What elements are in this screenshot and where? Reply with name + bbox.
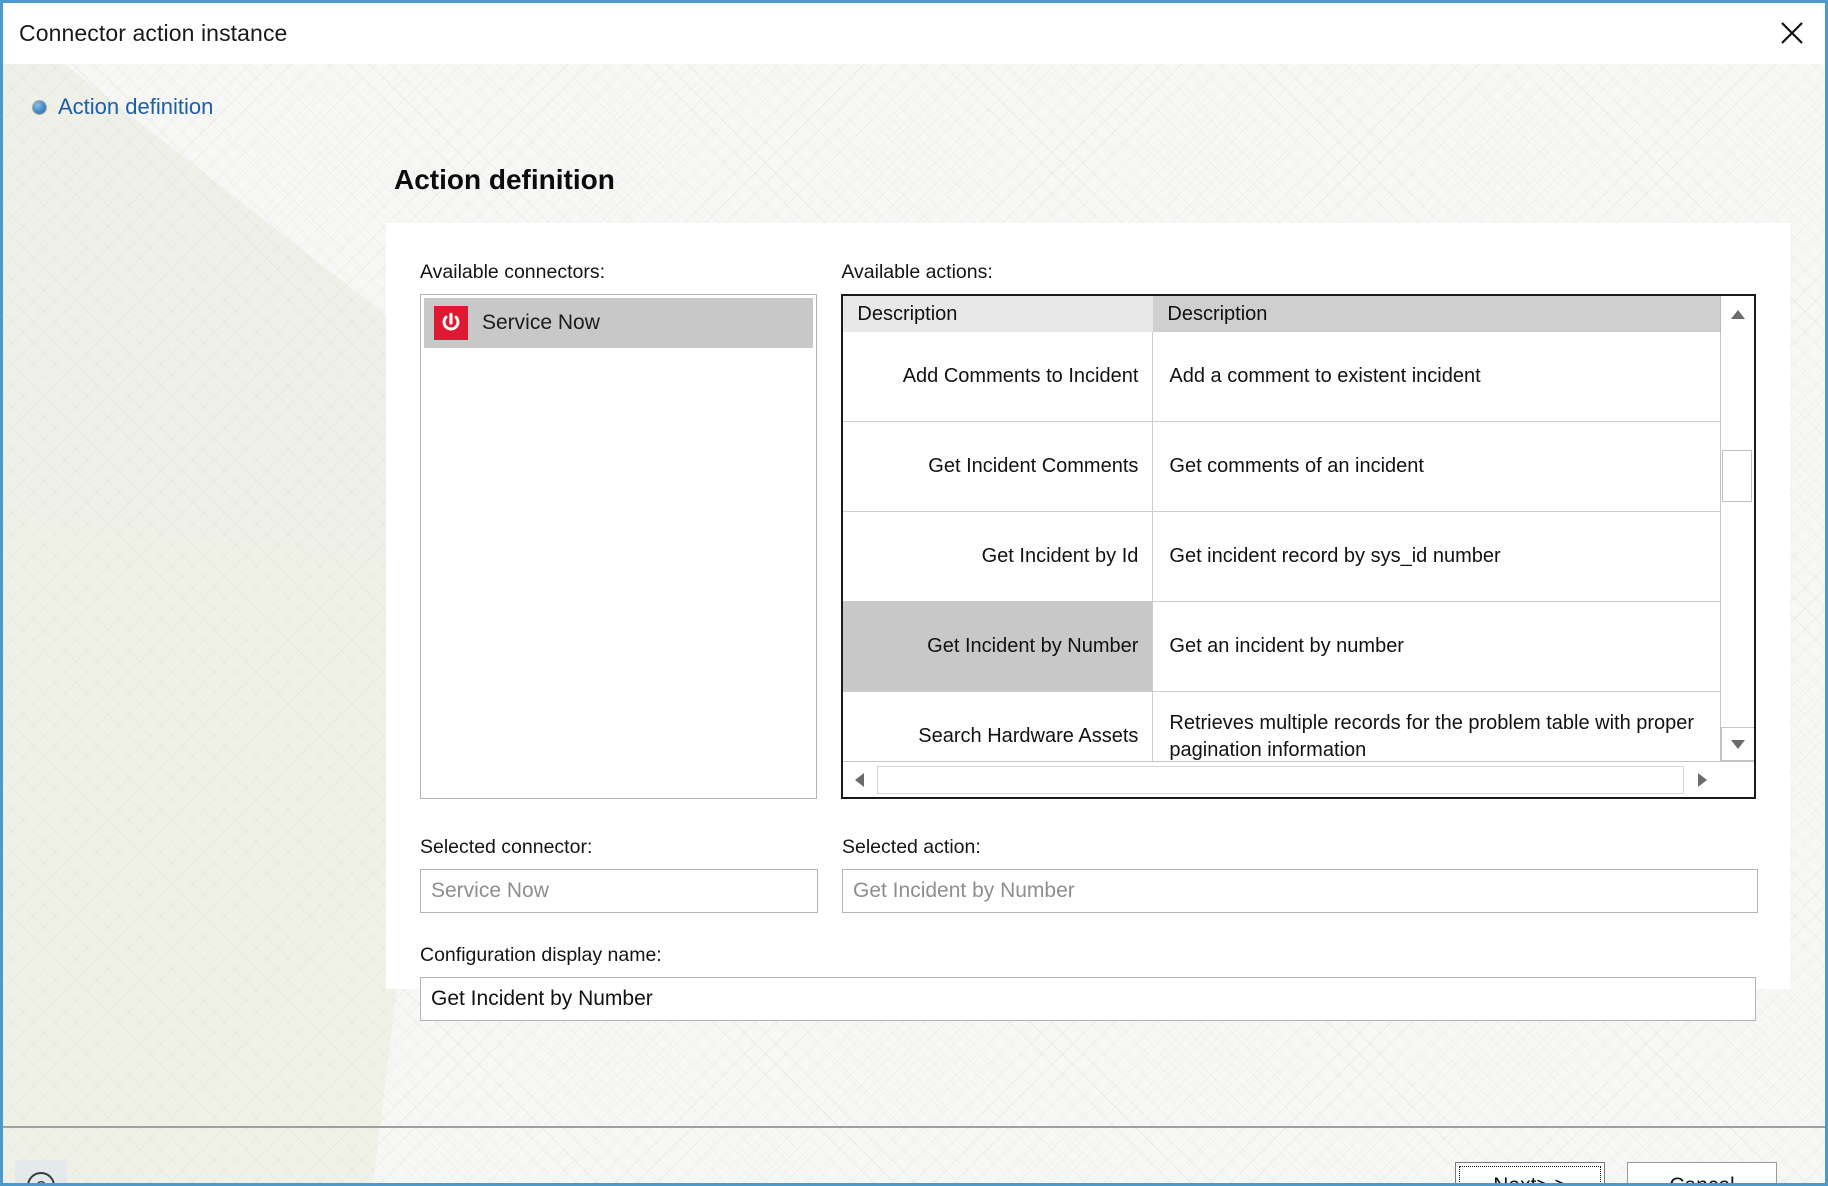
vertical-scrollbar-thumb[interactable]	[1722, 450, 1752, 502]
content-card: Available connectors: Service Now Availa…	[386, 223, 1790, 1021]
close-icon[interactable]	[1759, 3, 1825, 62]
table-row[interactable]: Get Incident Comments Get comments of an…	[843, 422, 1720, 512]
selected-action-input[interactable]: Get Incident by Number	[842, 869, 1758, 913]
selected-connector-label: Selected connector:	[420, 836, 593, 858]
table-row[interactable]: Get Incident by Number Get an incident b…	[843, 602, 1720, 692]
column-header-name[interactable]: Description	[843, 296, 1154, 332]
selected-action-group: Selected action: Get Incident by Number	[842, 836, 1758, 913]
action-name: Get Incident by Id	[843, 512, 1154, 601]
help-icon[interactable]: ?	[15, 1160, 67, 1183]
horizontal-scrollbar-thumb[interactable]	[877, 765, 1684, 794]
scroll-up-icon[interactable]	[1720, 296, 1754, 332]
actions-column: Available actions: Description Descripti…	[841, 261, 1756, 799]
available-actions-label: Available actions:	[841, 261, 993, 283]
action-description: Get incident record by sys_id number	[1169, 545, 1501, 568]
table-row[interactable]: Search Hardware Assets Retrieves multipl…	[843, 692, 1720, 761]
main-content: Action definition Available connectors:	[386, 164, 1790, 1021]
selected-connector-group: Selected connector: Service Now	[420, 836, 818, 913]
selected-action-label: Selected action:	[842, 836, 981, 858]
scroll-right-icon[interactable]	[1686, 763, 1718, 797]
sidebar-item-label: Action definition	[58, 94, 214, 119]
action-name: Get Incident by Number	[843, 602, 1154, 691]
page-title: Action definition	[394, 164, 615, 195]
action-description: Add a comment to existent incident	[1169, 365, 1481, 388]
footer-actions: Next> > Cancel	[1455, 1162, 1777, 1183]
sidebar-item-action-definition[interactable]: Action definition	[3, 84, 383, 130]
action-name: Get Incident Comments	[843, 422, 1154, 511]
vertical-scrollbar[interactable]	[1720, 332, 1754, 761]
configuration-display-name-group: Configuration display name: Get Incident…	[420, 944, 1756, 1021]
configuration-display-name-label: Configuration display name:	[420, 944, 662, 966]
action-description: Retrieves multiple records for the probl…	[1169, 711, 1695, 761]
window-title: Connector action instance	[19, 20, 288, 46]
connector-list-item[interactable]: Service Now	[424, 298, 814, 348]
next-button[interactable]: Next> >	[1455, 1162, 1605, 1183]
scroll-left-icon[interactable]	[843, 763, 875, 797]
wizard-steps-sidebar: Action definition	[3, 84, 383, 130]
available-connectors-list[interactable]: Service Now	[420, 294, 818, 799]
scroll-down-icon[interactable]	[1721, 727, 1754, 761]
connector-name: Service Now	[482, 311, 600, 334]
cancel-button[interactable]: Cancel	[1627, 1162, 1777, 1183]
action-description: Get an incident by number	[1169, 635, 1404, 658]
background-watermark-block	[3, 505, 449, 1183]
table-header-row: Description Description	[843, 296, 1754, 332]
column-header-description[interactable]: Description	[1153, 296, 1720, 332]
connectors-column: Available connectors: Service Now	[420, 261, 818, 799]
power-icon	[434, 306, 468, 340]
table-row[interactable]: Add Comments to Incident Add a comment t…	[843, 332, 1720, 422]
configuration-display-name-input[interactable]: Get Incident by Number	[420, 977, 1756, 1021]
action-name: Search Hardware Assets	[843, 692, 1154, 761]
table-row[interactable]: Get Incident by Id Get incident record b…	[843, 512, 1720, 602]
available-connectors-label: Available connectors:	[420, 261, 606, 283]
horizontal-scrollbar[interactable]	[843, 761, 1754, 797]
dialog-window: Connector action instance Action definit…	[0, 0, 1828, 1186]
selected-values-row: Selected connector: Service Now Selected…	[420, 836, 1758, 913]
footer-bar: ? Next> > Cancel	[3, 1128, 1825, 1183]
step-bullet-icon	[33, 100, 46, 114]
action-name: Add Comments to Incident	[843, 332, 1154, 421]
available-actions-table: Description Description Add Comments to …	[841, 294, 1756, 799]
selector-row: Available connectors: Service Now Availa…	[420, 261, 1756, 799]
title-bar: Connector action instance	[3, 3, 1825, 64]
dialog-body: Action definition Action definition Avai…	[3, 64, 1825, 1183]
selected-connector-input[interactable]: Service Now	[420, 869, 818, 913]
table-body: Add Comments to Incident Add a comment t…	[843, 332, 1754, 761]
table-rows: Add Comments to Incident Add a comment t…	[843, 332, 1720, 761]
svg-text:?: ?	[36, 1178, 45, 1184]
action-description: Get comments of an incident	[1169, 455, 1424, 478]
